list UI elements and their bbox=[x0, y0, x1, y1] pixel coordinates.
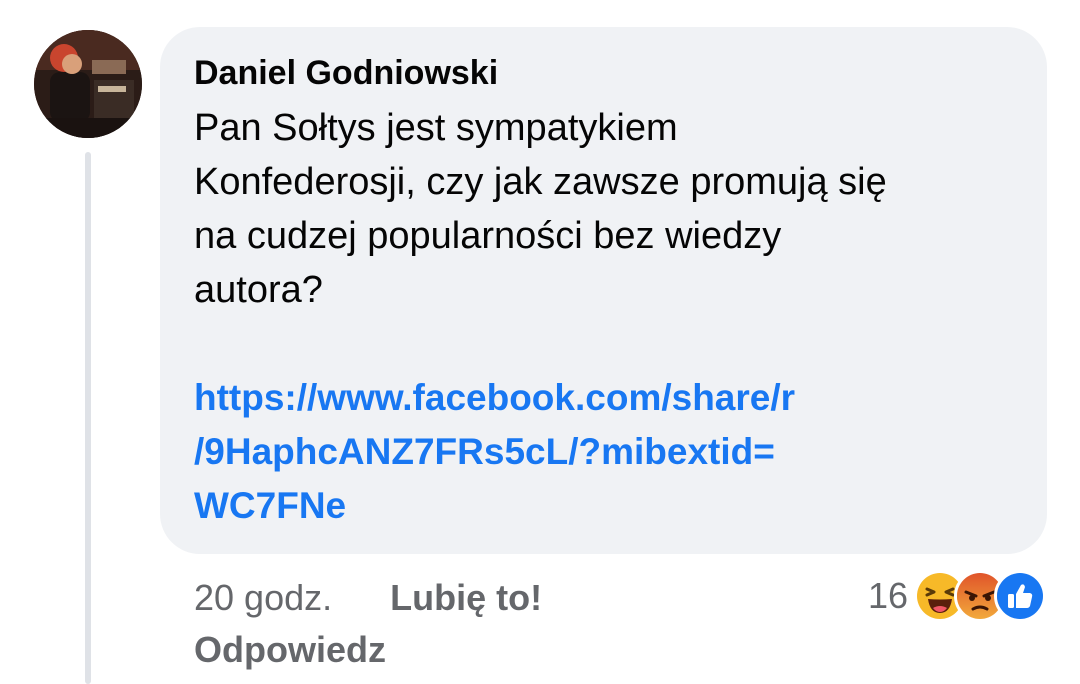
comment-meta: 20 godz. Lubię to! bbox=[194, 574, 542, 622]
thread-line bbox=[85, 152, 91, 684]
like-button[interactable]: Lubię to! bbox=[390, 577, 542, 619]
reactions-summary[interactable]: 16 bbox=[867, 570, 1046, 622]
avatar[interactable] bbox=[34, 30, 142, 138]
like-icon bbox=[994, 570, 1046, 622]
author-name[interactable]: Daniel Godniowski bbox=[194, 51, 1013, 95]
reply-button[interactable]: Odpowiedz bbox=[194, 626, 386, 674]
comment-timestamp[interactable]: 20 godz. bbox=[194, 577, 332, 619]
comment-text: Pan Sołtys jest sympatykiem Konfederosji… bbox=[194, 107, 887, 311]
comment-screen: Daniel Godniowski Pan Sołtys jest sympat… bbox=[0, 0, 1080, 684]
reaction-count: 16 bbox=[867, 575, 908, 616]
shared-link[interactable]: https://www.facebook.com/share/r /9Haphc… bbox=[194, 371, 914, 533]
comment-bubble: Daniel Godniowski Pan Sołtys jest sympat… bbox=[160, 27, 1047, 554]
